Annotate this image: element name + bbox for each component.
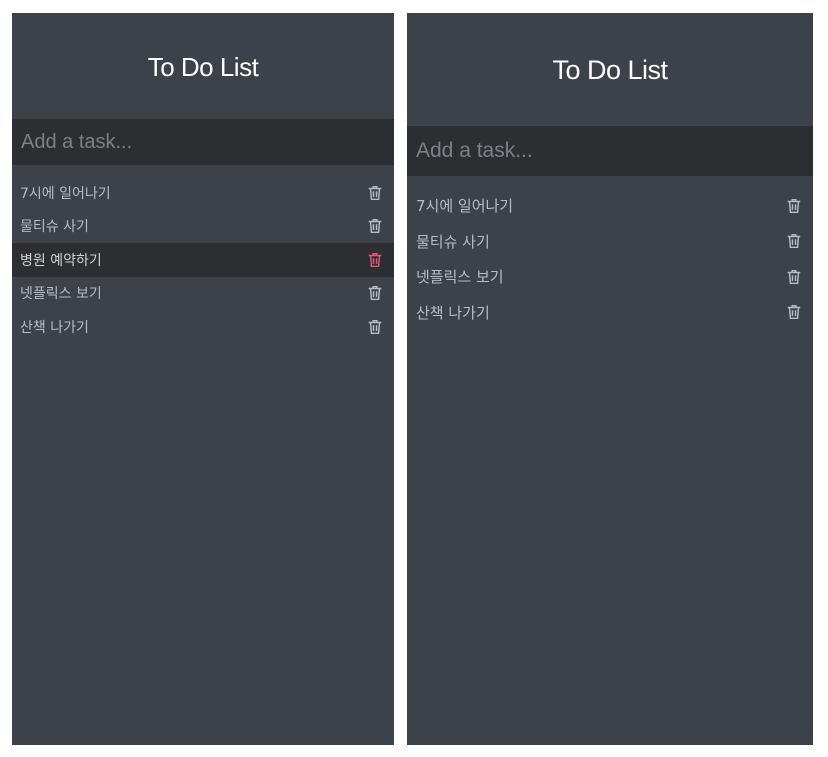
trash-icon[interactable] <box>785 232 803 250</box>
trash-icon[interactable] <box>785 303 803 321</box>
todo-app-before: To Do List 7시에 일어나기 물티슈 사기 병원 예약하기 넷플릭스 … <box>12 13 394 745</box>
add-task-input[interactable] <box>12 119 394 165</box>
app-title: To Do List <box>147 52 259 82</box>
trash-icon[interactable] <box>785 197 803 215</box>
app-title: To Do List <box>552 55 668 85</box>
task-label: 7시에 일어나기 <box>416 197 514 216</box>
todo-app-after: To Do List 7시에 일어나기 물티슈 사기 넷플릭스 보기 산책 나가… <box>407 13 813 745</box>
trash-icon[interactable] <box>366 251 384 269</box>
task-item[interactable]: 물티슈 사기 <box>407 224 813 260</box>
task-label: 넷플릭스 보기 <box>20 286 102 303</box>
task-label: 물티슈 사기 <box>416 232 490 251</box>
add-task-input[interactable] <box>407 126 813 176</box>
task-item[interactable]: 넷플릭스 보기 <box>407 259 813 295</box>
task-label: 산책 나가기 <box>20 319 89 336</box>
task-item-hovered[interactable]: 병원 예약하기 <box>12 243 394 277</box>
task-item[interactable]: 물티슈 사기 <box>12 210 394 244</box>
task-label: 병원 예약하기 <box>20 252 102 269</box>
task-label: 산책 나가기 <box>416 303 490 322</box>
task-list: 7시에 일어나기 물티슈 사기 넷플릭스 보기 산책 나가기 <box>407 176 813 330</box>
task-item[interactable]: 산책 나가기 <box>407 295 813 331</box>
task-label: 물티슈 사기 <box>20 219 89 236</box>
trash-icon[interactable] <box>366 284 384 302</box>
task-label: 넷플릭스 보기 <box>416 268 504 287</box>
task-item[interactable]: 7시에 일어나기 <box>12 176 394 210</box>
task-label: 7시에 일어나기 <box>20 185 111 202</box>
task-list: 7시에 일어나기 물티슈 사기 병원 예약하기 넷플릭스 보기 산책 나가기 <box>12 165 394 344</box>
trash-icon[interactable] <box>366 318 384 336</box>
trash-icon[interactable] <box>366 184 384 202</box>
trash-icon[interactable] <box>785 268 803 286</box>
task-item[interactable]: 넷플릭스 보기 <box>12 277 394 311</box>
trash-icon[interactable] <box>366 217 384 235</box>
task-item[interactable]: 7시에 일어나기 <box>407 188 813 224</box>
task-item[interactable]: 산책 나가기 <box>12 310 394 344</box>
